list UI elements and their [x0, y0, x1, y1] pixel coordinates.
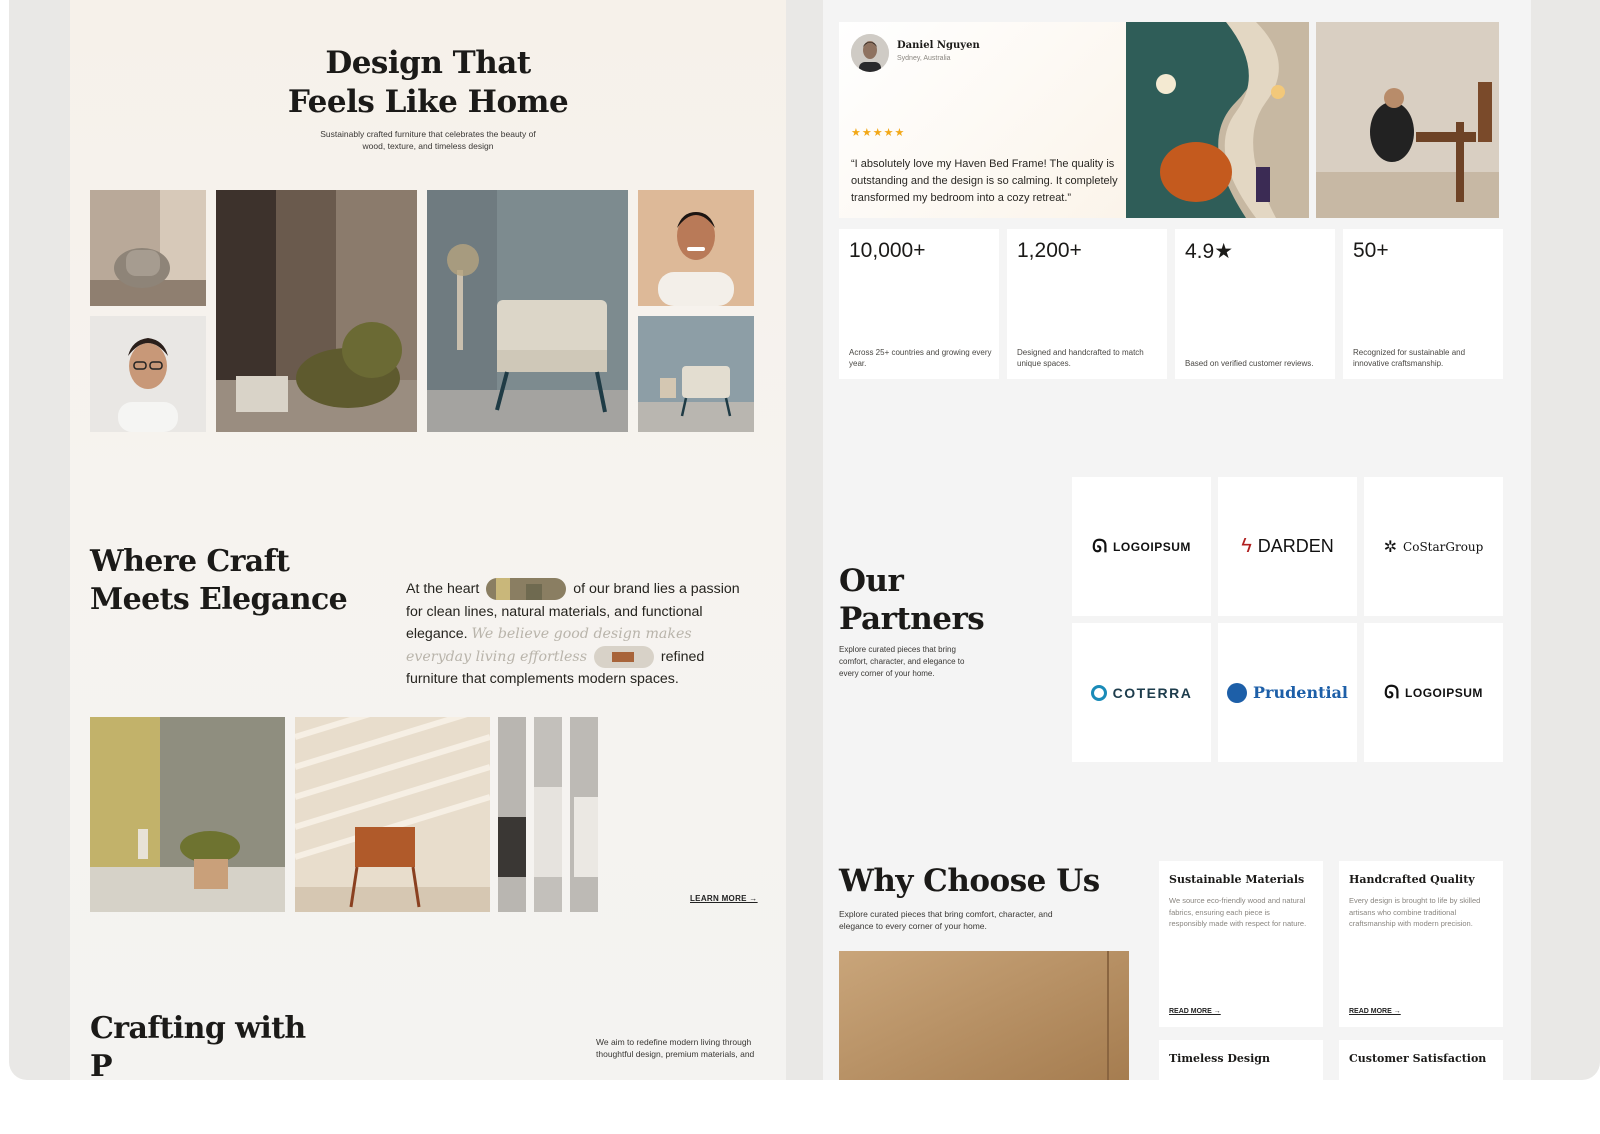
inline-image-pill: [486, 578, 567, 601]
stat-desc: Recognized for sustainable and innovativ…: [1353, 348, 1466, 368]
gallery-image-smiling-man: [638, 190, 754, 306]
stat-desc: Designed and handcrafted to match unique…: [1017, 348, 1144, 368]
feature-card-handcrafted: Handcrafted Quality Every design is brou…: [1339, 861, 1503, 1027]
craft-text-1: At the heart: [406, 581, 480, 597]
crafting-title: Crafting with P: [90, 1010, 306, 1080]
partners-title-line1: Our: [839, 563, 904, 599]
feature-card-satisfaction: Customer Satisfaction: [1339, 1040, 1503, 1080]
room-strip-2: [534, 717, 562, 912]
room-image-green-stool: [90, 717, 285, 912]
costar-icon: ✲: [1383, 538, 1398, 556]
partner-logo-darden[interactable]: ϟ DARDEN: [1218, 477, 1357, 616]
crafting-text: We aim to redefine modern living through…: [596, 1037, 755, 1059]
partner-logo-logoipsum-2[interactable]: ᘏ LOGOIPSUM: [1364, 623, 1503, 762]
stat-desc: Across 25+ countries and growing every y…: [849, 348, 992, 368]
feature-card-title: Sustainable Materials: [1169, 873, 1305, 886]
craft-paragraph: At the heart of our brand lies a passion…: [406, 578, 746, 691]
room-image-leather-chair: [295, 717, 490, 912]
reviewer-location: Sydney, Australia: [897, 55, 951, 62]
hero-title: Design That Feels Like Home: [70, 44, 786, 122]
partner-logo-prudential[interactable]: Prudential: [1218, 623, 1357, 762]
room-strip-3: [570, 717, 598, 912]
hero-title-line1: Design That: [325, 45, 531, 81]
landing-page-left: Design That Feels Like Home Sustainably …: [70, 0, 786, 1080]
prudential-icon: [1226, 682, 1247, 703]
stat-card-4: 50+ Recognized for sustainable and innov…: [1343, 229, 1503, 379]
partners-desc: Explore curated pieces that bring comfor…: [839, 645, 965, 678]
feature-card-sustainable: Sustainable Materials We source eco-frie…: [1159, 861, 1323, 1027]
partners-title-line2: Partners: [839, 601, 985, 637]
why-choose-title: Why Choose Us: [839, 863, 1100, 899]
crafting-title-line1: Crafting with: [90, 1011, 306, 1046]
logoipsum-icon: ᘏ: [1384, 682, 1400, 702]
reviewer-name: Daniel Nguyen: [897, 40, 980, 51]
gallery-image-chair-blue: [638, 316, 754, 432]
landing-page-right: Daniel Nguyen Sydney, Australia ★★★★★ “I…: [823, 0, 1531, 1080]
stat-card-1: 10,000+ Across 25+ countries and growing…: [839, 229, 999, 379]
learn-more-link[interactable]: LEARN MORE →: [690, 894, 758, 903]
stat-value: 10,000+: [849, 239, 926, 262]
feature-card-title: Customer Satisfaction: [1349, 1052, 1487, 1065]
showcase-frame: Design That Feels Like Home Sustainably …: [9, 0, 1600, 1080]
stat-value: 1,200+: [1017, 239, 1082, 262]
feature-card-desc: Every design is brought to life by skill…: [1349, 896, 1481, 928]
why-choose-desc: Explore curated pieces that bring comfor…: [839, 909, 1053, 931]
gallery-image-green-chair: [216, 190, 417, 432]
stat-value: 4.9★: [1185, 240, 1234, 263]
coterra-icon: [1090, 684, 1107, 701]
logoipsum-icon: ᘏ: [1092, 536, 1108, 556]
rating-stars: ★★★★★: [851, 127, 906, 139]
hero-title-line2: Feels Like Home: [287, 84, 569, 120]
darden-icon: ϟ: [1241, 535, 1252, 557]
stat-card-2: 1,200+ Designed and handcrafted to match…: [1007, 229, 1167, 379]
stat-value: 50+: [1353, 239, 1389, 262]
partner-logo-coterra[interactable]: COTERRA: [1072, 623, 1211, 762]
review-text: “I absolutely love my Haven Bed Frame! T…: [851, 158, 1118, 204]
partner-logo-logoipsum[interactable]: ᘏ LOGOIPSUM: [1072, 477, 1211, 616]
crafting-title-line2: P: [90, 1049, 113, 1080]
feature-card-title: Handcrafted Quality: [1349, 873, 1475, 886]
read-more-link[interactable]: READ MORE →: [1169, 1008, 1221, 1015]
stat-card-3: 4.9★ Based on verified customer reviews.: [1175, 229, 1335, 379]
feature-card-desc: We source eco-friendly wood and natural …: [1169, 896, 1307, 928]
why-choose-image: [839, 951, 1129, 1080]
gallery-image-armchair-room: [90, 190, 206, 306]
stat-desc: Based on verified customer reviews.: [1185, 359, 1314, 368]
reviewer-avatar: [851, 34, 889, 72]
gallery-image-man-glasses: [90, 316, 206, 432]
review-card: Daniel Nguyen Sydney, Australia ★★★★★ “I…: [839, 22, 1127, 218]
craft-title-line1: Where Craft: [90, 544, 290, 579]
feature-card-title: Timeless Design: [1169, 1052, 1270, 1065]
partner-logo-costar[interactable]: ✲ CoStarGroup: [1364, 477, 1503, 616]
craft-title: Where Craft Meets Elegance: [90, 543, 348, 619]
review-image-orange-chair: [1126, 22, 1309, 218]
inline-image-pill-2: [593, 645, 654, 668]
craft-title-line2: Meets Elegance: [90, 582, 348, 617]
review-image-craftsman: [1316, 22, 1499, 218]
partners-title: Our Partners: [839, 562, 985, 638]
read-more-link[interactable]: READ MORE →: [1349, 1008, 1401, 1015]
gallery-image-lounge-chair: [427, 190, 628, 432]
hero-subtitle: Sustainably crafted furniture that celeb…: [320, 129, 536, 151]
room-strip-1: [498, 717, 526, 912]
feature-card-timeless: Timeless Design: [1159, 1040, 1323, 1080]
